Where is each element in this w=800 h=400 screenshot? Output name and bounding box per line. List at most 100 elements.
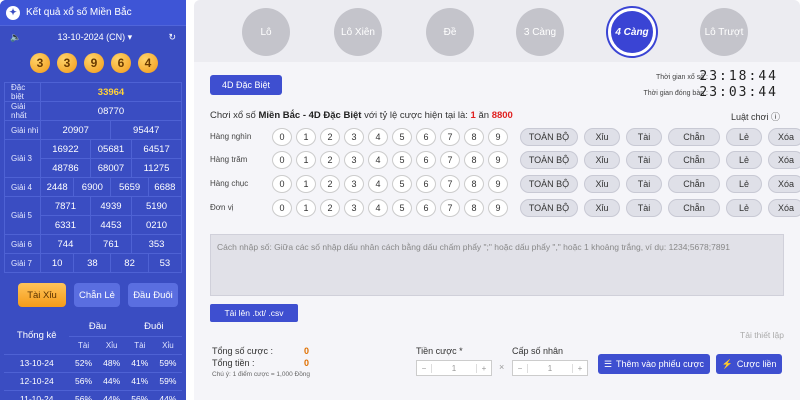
quick-select-button[interactable]: Xóa — [768, 128, 800, 146]
prize-value: 10 — [39, 253, 75, 273]
add-to-slip-button[interactable]: ☰ Thêm vào phiếu cược — [598, 354, 710, 374]
quick-select-button[interactable]: TOÀN BỘ — [520, 151, 578, 169]
digit-button[interactable]: 4 — [368, 151, 388, 169]
quick-select-button[interactable]: Xỉu — [584, 175, 620, 193]
digit-button[interactable]: 1 — [296, 175, 316, 193]
multiplier-value[interactable]: 1 — [527, 363, 573, 373]
tab-lo[interactable]: Lô — [242, 8, 290, 56]
digit-button[interactable]: 9 — [488, 175, 508, 193]
bet-amount-value[interactable]: 1 — [431, 363, 477, 373]
quick-select-button[interactable]: Tài — [626, 199, 662, 217]
quick-select-button[interactable]: Xóa — [768, 199, 800, 217]
digit-button[interactable]: 5 — [392, 175, 412, 193]
digit-button[interactable]: 5 — [392, 128, 412, 146]
quick-select-button[interactable]: Xóa — [768, 151, 800, 169]
digit-button[interactable]: 9 — [488, 128, 508, 146]
bet-now-button[interactable]: ⚡ Cược liền — [716, 354, 782, 374]
digit-button[interactable]: 0 — [272, 151, 292, 169]
subtype-button[interactable]: 4D Đặc Biệt — [210, 75, 282, 95]
quick-select-button[interactable]: Lẻ — [726, 175, 762, 193]
stats-cell: 48% — [97, 354, 126, 373]
refresh-icon[interactable]: ↻ — [168, 32, 176, 43]
prize-value: 6331 — [40, 215, 91, 235]
quick-select-button[interactable]: Chẵn — [668, 199, 720, 217]
speaker-icon[interactable]: 🔈 — [10, 32, 21, 43]
prize-label: Giải 5 — [4, 196, 41, 235]
tab-de[interactable]: Đề — [426, 8, 474, 56]
quick-select-button[interactable]: Xỉu — [584, 199, 620, 217]
digit-button[interactable]: 1 — [296, 151, 316, 169]
tab-4-cang[interactable]: 4 Càng — [608, 8, 656, 56]
digit-button[interactable]: 3 — [344, 175, 364, 193]
number-input[interactable]: Cách nhập số: Giữa các số nhập dấu nhân … — [210, 234, 784, 296]
upload-button[interactable]: Tải lên .txt/ .csv — [210, 304, 298, 322]
quick-select-button[interactable]: Chẵn — [668, 175, 720, 193]
tab-tai-xiu[interactable]: Tài Xỉu — [18, 283, 66, 307]
quick-select-button[interactable]: Chẵn — [668, 128, 720, 146]
tab-dau-duoi[interactable]: Đầu Đuôi — [128, 283, 178, 307]
tab-chan-le[interactable]: Chẵn Lẻ — [74, 283, 120, 307]
digit-button[interactable]: 3 — [344, 151, 364, 169]
prize-value: 08770 — [40, 101, 182, 121]
digit-button[interactable]: 0 — [272, 175, 292, 193]
bet-amount-stepper[interactable]: −1 + — [416, 360, 492, 376]
stats-cell: 59% — [153, 372, 182, 391]
digit-button[interactable]: 4 — [368, 128, 388, 146]
digit-button[interactable]: 8 — [464, 128, 484, 146]
digit-button[interactable]: 6 — [416, 128, 436, 146]
quick-select-button[interactable]: Chẵn — [668, 151, 720, 169]
digit-button[interactable]: 8 — [464, 151, 484, 169]
tab-3-cang[interactable]: 3 Càng — [516, 8, 564, 56]
quick-select-button[interactable]: Lẻ — [726, 151, 762, 169]
digit-button[interactable]: 3 — [344, 128, 364, 146]
digit-button[interactable]: 0 — [272, 199, 292, 217]
digit-button[interactable]: 4 — [368, 199, 388, 217]
stats-cell: 44% — [97, 390, 126, 400]
sidebar-title: Kết quả xổ số Miền Bắc — [26, 7, 132, 18]
quick-select-button[interactable]: TOÀN BỘ — [520, 199, 578, 217]
download-link[interactable]: Tải thiết lập — [740, 330, 784, 340]
digit-button[interactable]: 2 — [320, 175, 340, 193]
digit-button[interactable]: 6 — [416, 175, 436, 193]
digit-button[interactable]: 6 — [416, 199, 436, 217]
date-select[interactable]: 13-10-2024 (CN) ▾ — [58, 32, 133, 43]
prize-value: 353 — [131, 234, 182, 254]
stats-col: Xỉu — [153, 336, 182, 355]
digit-button[interactable]: 3 — [344, 199, 364, 217]
prize-value: 4939 — [89, 196, 133, 216]
digit-button[interactable]: 7 — [440, 175, 460, 193]
digit-button[interactable]: 9 — [488, 199, 508, 217]
quick-select-button[interactable]: TOÀN BỘ — [520, 175, 578, 193]
digit-button[interactable]: 9 — [488, 151, 508, 169]
digit-button[interactable]: 8 — [464, 199, 484, 217]
digit-button[interactable]: 7 — [440, 128, 460, 146]
rules-link[interactable]: Luật chơi ⓘ — [731, 110, 780, 123]
quick-select-button[interactable]: Tài — [626, 128, 662, 146]
digit-button[interactable]: 8 — [464, 175, 484, 193]
digit-button[interactable]: 2 — [320, 151, 340, 169]
digit-button[interactable]: 1 — [296, 128, 316, 146]
quick-select-button[interactable]: Xóa — [768, 175, 800, 193]
quick-select-button[interactable]: Tài — [626, 175, 662, 193]
quick-select-button[interactable]: Xỉu — [584, 151, 620, 169]
digit-button[interactable]: 1 — [296, 199, 316, 217]
tab-lo-truot[interactable]: Lô Trượt — [700, 8, 748, 56]
digit-button[interactable]: 7 — [440, 199, 460, 217]
tab-lo-xien[interactable]: Lô Xiên — [334, 8, 382, 56]
quick-select-button[interactable]: Tài — [626, 151, 662, 169]
digit-button[interactable]: 0 — [272, 128, 292, 146]
quick-select-button[interactable]: TOÀN BỘ — [520, 128, 578, 146]
quick-select-button[interactable]: Lẻ — [726, 128, 762, 146]
digit-button[interactable]: 5 — [392, 151, 412, 169]
digit-row: 0123456789 — [272, 128, 508, 146]
quick-select-button[interactable]: Xỉu — [584, 128, 620, 146]
digit-button[interactable]: 2 — [320, 128, 340, 146]
digit-button[interactable]: 6 — [416, 151, 436, 169]
digit-button[interactable]: 5 — [392, 199, 412, 217]
quick-select-button[interactable]: Lẻ — [726, 199, 762, 217]
multiplier-stepper[interactable]: −1 + — [512, 360, 588, 376]
digit-button[interactable]: 7 — [440, 151, 460, 169]
digit-button[interactable]: 4 — [368, 175, 388, 193]
digit-button[interactable]: 2 — [320, 199, 340, 217]
result-ball: 3 — [30, 53, 50, 73]
